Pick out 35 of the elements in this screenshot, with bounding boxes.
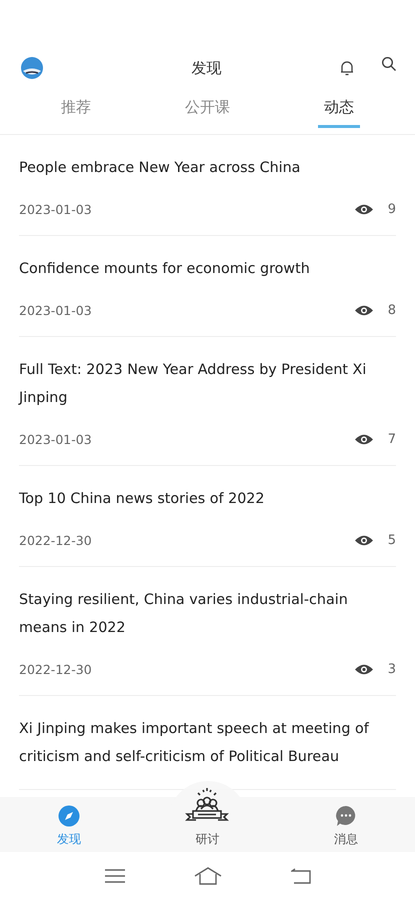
view-count: 3 bbox=[386, 662, 396, 677]
home-icon[interactable] bbox=[194, 867, 222, 885]
tab[interactable]: 推荐 bbox=[54, 94, 97, 128]
article-date: 2023-01-03 bbox=[19, 303, 93, 318]
chat-bubble-icon bbox=[334, 805, 357, 827]
compass-icon bbox=[58, 805, 80, 827]
globe-logo-icon[interactable] bbox=[20, 56, 44, 80]
article-date: 2022-12-30 bbox=[19, 533, 93, 548]
tab[interactable]: 动态 bbox=[318, 94, 360, 128]
article-title[interactable]: Confidence mounts for economic growth bbox=[19, 255, 396, 283]
menu-icon[interactable] bbox=[104, 868, 124, 884]
article-date: 2023-01-03 bbox=[19, 202, 93, 217]
page-title: 发现 bbox=[190, 58, 222, 78]
article-title[interactable]: Xi Jinping makes important speech at meeting of criticism and self-criticism of Political Bureau bbox=[19, 715, 396, 771]
eye-icon bbox=[354, 203, 374, 216]
article-title[interactable]: Full Text: 2023 New Year Address by President Xi Jinping bbox=[19, 356, 396, 412]
back-icon[interactable] bbox=[290, 868, 310, 884]
tab[interactable]: 公开课 bbox=[179, 94, 236, 128]
eye-icon bbox=[354, 304, 374, 317]
article-title[interactable]: Staying resilient, China varies industrial-chain means in 2022 bbox=[19, 586, 396, 642]
article-title[interactable]: People embrace New Year across China bbox=[19, 154, 396, 182]
search-icon[interactable] bbox=[381, 56, 397, 72]
article-date: 2023-01-03 bbox=[19, 432, 93, 447]
view-count: 7 bbox=[386, 432, 396, 447]
bell-icon[interactable] bbox=[339, 59, 355, 77]
nav-tab[interactable]: 消息 bbox=[276, 805, 415, 852]
article-date: 2022-12-30 bbox=[19, 662, 93, 677]
eye-icon bbox=[354, 534, 374, 547]
view-count: 5 bbox=[386, 533, 396, 548]
article-title[interactable]: Top 10 China news stories of 2022 bbox=[19, 485, 396, 513]
eye-icon bbox=[354, 663, 374, 676]
view-count: 9 bbox=[386, 202, 396, 217]
view-count: 8 bbox=[386, 303, 396, 318]
nav-tab[interactable]: 研讨 bbox=[138, 787, 277, 852]
eye-icon bbox=[354, 433, 374, 446]
